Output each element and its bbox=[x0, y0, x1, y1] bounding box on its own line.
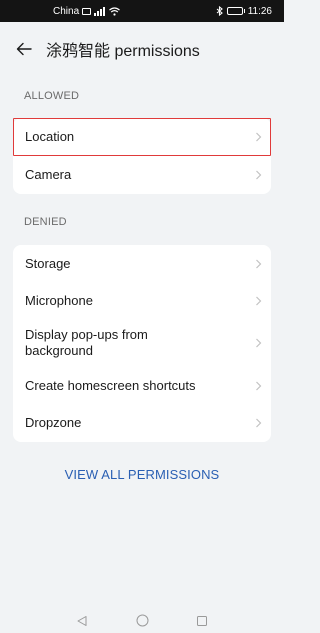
wifi-icon bbox=[109, 6, 121, 16]
signal-icon bbox=[94, 6, 106, 16]
back-triangle-icon bbox=[77, 615, 87, 626]
permission-label: Location bbox=[25, 129, 75, 144]
page-title: 涂鸦智能 permissions bbox=[46, 43, 200, 60]
nav-home-button[interactable] bbox=[134, 613, 150, 629]
page-header: 涂鸦智能 permissions bbox=[0, 35, 284, 63]
carrier-name: China bbox=[53, 5, 80, 17]
permission-label: Create homescreen shortcuts bbox=[25, 377, 196, 393]
permission-label: Dropzone bbox=[25, 415, 82, 430]
permission-row-dropzone[interactable]: Dropzone bbox=[13, 404, 271, 442]
permission-row-storage[interactable]: Storage bbox=[13, 245, 271, 282]
recents-square-icon bbox=[197, 615, 207, 626]
permission-label: Storage bbox=[25, 255, 71, 271]
section-label-allowed: ALLOWED bbox=[24, 90, 80, 102]
section-label-denied: DENIED bbox=[24, 216, 67, 228]
chevron-right-icon bbox=[256, 381, 262, 390]
chevron-right-icon bbox=[256, 338, 262, 348]
bluetooth-icon bbox=[216, 6, 224, 16]
permission-row-microphone[interactable]: Microphone bbox=[13, 282, 271, 319]
chevron-right-icon bbox=[256, 132, 262, 142]
status-bar: China 11:26 bbox=[0, 0, 284, 22]
sim-icon bbox=[82, 7, 92, 15]
status-right: 11:26 bbox=[216, 6, 272, 17]
permissions-screen: China 11:26 涂鸦智能 permissions ALLOWED Loc… bbox=[0, 0, 284, 633]
nav-back-button[interactable] bbox=[74, 613, 90, 629]
clock-time: 11:26 bbox=[247, 5, 272, 17]
permission-row-camera[interactable]: Camera bbox=[13, 156, 271, 194]
home-circle-icon bbox=[136, 614, 148, 627]
chevron-right-icon bbox=[256, 259, 262, 268]
battery-icon bbox=[226, 7, 245, 15]
arrow-left-icon bbox=[16, 42, 32, 56]
chevron-right-icon bbox=[256, 296, 262, 305]
chevron-right-icon bbox=[256, 418, 262, 428]
system-nav-bar bbox=[0, 608, 284, 633]
permission-label: Microphone bbox=[25, 292, 93, 308]
permission-row-homescreen-shortcuts[interactable]: Create homescreen shortcuts bbox=[13, 367, 271, 404]
denied-permissions-card: Storage Microphone Display pop-ups from … bbox=[13, 245, 271, 442]
permission-label: Display pop-ups from background bbox=[25, 327, 148, 358]
permission-row-display-popups[interactable]: Display pop-ups from background bbox=[13, 319, 271, 367]
nav-recents-button[interactable] bbox=[194, 613, 210, 629]
back-button[interactable] bbox=[14, 39, 34, 59]
status-left: China bbox=[53, 5, 121, 17]
permission-row-location[interactable]: Location bbox=[13, 118, 271, 156]
permission-label: Camera bbox=[25, 167, 72, 182]
allowed-permissions-card: Location Camera bbox=[13, 118, 271, 194]
chevron-right-icon bbox=[256, 170, 262, 180]
view-all-permissions-link[interactable]: VIEW ALL PERMISSIONS bbox=[0, 467, 284, 482]
